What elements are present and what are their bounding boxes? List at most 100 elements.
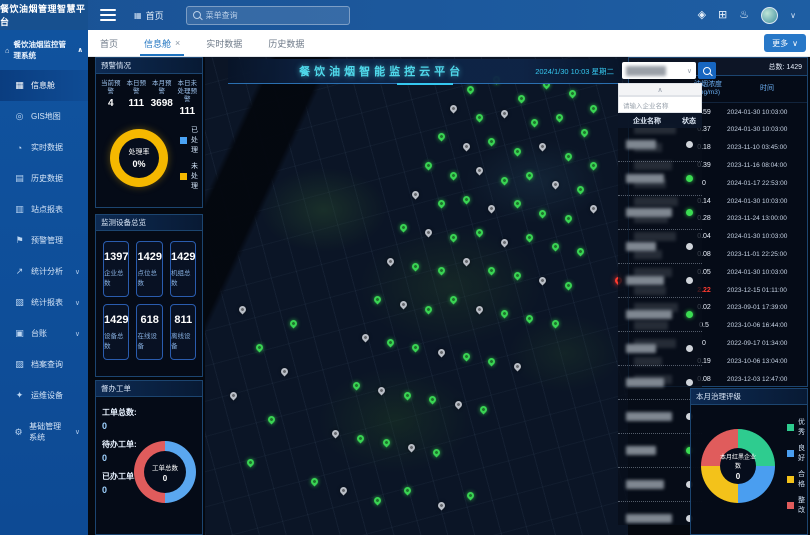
map-pin-online[interactable]: [373, 295, 383, 305]
map-pin-offline[interactable]: [487, 204, 497, 214]
map-pin-online[interactable]: [356, 433, 366, 443]
map-pin-online[interactable]: [550, 318, 560, 328]
map-pin-offline[interactable]: [280, 366, 290, 376]
map-pin-offline[interactable]: [330, 428, 340, 438]
map-pin-online[interactable]: [517, 94, 527, 104]
menu-search-input[interactable]: 菜单查询: [186, 6, 350, 25]
map-pin-online[interactable]: [449, 232, 459, 242]
map-pin-online[interactable]: [538, 209, 548, 219]
map-pin-offline[interactable]: [377, 385, 387, 395]
map-pin-offline[interactable]: [512, 361, 522, 371]
map-pin-offline[interactable]: [436, 500, 446, 510]
tab-realtime[interactable]: 实时数据: [206, 30, 242, 56]
map-pin-offline[interactable]: [474, 165, 484, 175]
gis-map-canvas[interactable]: [205, 57, 628, 535]
map-pin-offline[interactable]: [500, 108, 510, 118]
map-pin-online[interactable]: [576, 185, 586, 195]
map-pin-online[interactable]: [487, 137, 497, 147]
map-pin-offline[interactable]: [449, 103, 459, 113]
map-pin-online[interactable]: [466, 491, 476, 501]
map-pin-online[interactable]: [411, 261, 421, 271]
sidebar-item-ops-device[interactable]: ✦运维设备: [0, 380, 88, 411]
map-pin-online[interactable]: [580, 127, 590, 137]
company-list-row[interactable]: [618, 298, 702, 332]
map-pin-online[interactable]: [550, 242, 560, 252]
map-pin-online[interactable]: [449, 170, 459, 180]
map-pin-online[interactable]: [402, 486, 412, 496]
map-pin-offline[interactable]: [339, 486, 349, 496]
map-search-button[interactable]: [698, 62, 716, 79]
map-pin-online[interactable]: [512, 146, 522, 156]
company-list-row[interactable]: [618, 162, 702, 196]
map-pin-online[interactable]: [588, 103, 598, 113]
map-list-collapse-button[interactable]: ∧: [618, 83, 702, 96]
close-icon[interactable]: ×: [175, 38, 180, 48]
map-pin-online[interactable]: [424, 161, 434, 171]
map-pin-offline[interactable]: [229, 390, 239, 400]
map-pin-online[interactable]: [487, 357, 497, 367]
map-pin-offline[interactable]: [500, 237, 510, 247]
map-pin-online[interactable]: [555, 113, 565, 123]
map-pin-online[interactable]: [563, 151, 573, 161]
company-name-input[interactable]: 请输入企业名称: [618, 96, 702, 113]
avatar[interactable]: [761, 7, 778, 24]
map-pin-online[interactable]: [500, 309, 510, 319]
map-pin-online[interactable]: [432, 448, 442, 458]
map-pin-online[interactable]: [267, 414, 277, 424]
map-pin-online[interactable]: [352, 381, 362, 391]
chevron-down-icon[interactable]: ∨: [790, 11, 796, 20]
map-pin-online[interactable]: [288, 318, 298, 328]
map-pin-online[interactable]: [436, 266, 446, 276]
map-pin-offline[interactable]: [462, 256, 472, 266]
map-pin-online[interactable]: [411, 342, 421, 352]
map-pin-online[interactable]: [525, 232, 535, 242]
map-pin-offline[interactable]: [588, 204, 598, 214]
company-list-row[interactable]: [618, 264, 702, 298]
map-pin-offline[interactable]: [538, 142, 548, 152]
map-pin-online[interactable]: [398, 223, 408, 233]
sidebar-item-history-data[interactable]: ▤历史数据: [0, 163, 88, 194]
sidebar-item-gis-map[interactable]: ◎GIS地图: [0, 101, 88, 132]
header-home-chip[interactable]: ▦ 首页: [134, 9, 164, 22]
company-list-row[interactable]: [618, 332, 702, 366]
map-pin-online[interactable]: [529, 118, 539, 128]
sidebar-item-ledger[interactable]: ▣台账∨: [0, 318, 88, 349]
map-pin-offline[interactable]: [360, 333, 370, 343]
map-pin-online[interactable]: [381, 438, 391, 448]
map-pin-online[interactable]: [424, 304, 434, 314]
map-pin-offline[interactable]: [411, 189, 421, 199]
shield-icon[interactable]: ◈: [698, 10, 706, 21]
sidebar-item-stat-report[interactable]: ▧统计报表∨: [0, 287, 88, 318]
sidebar-item-base-manage[interactable]: ⚙基础管理系统∨: [0, 411, 88, 453]
map-pin-offline[interactable]: [424, 228, 434, 238]
map-pin-online[interactable]: [525, 314, 535, 324]
company-list-row[interactable]: [618, 196, 702, 230]
map-pin-online[interactable]: [512, 271, 522, 281]
map-pin-online[interactable]: [309, 476, 319, 486]
hamburger-menu-icon[interactable]: [100, 9, 116, 21]
map-pin-offline[interactable]: [538, 275, 548, 285]
map-pin-online[interactable]: [576, 247, 586, 257]
fullscreen-icon[interactable]: ⊞: [718, 10, 727, 21]
map-pin-online[interactable]: [525, 170, 535, 180]
map-pin-online[interactable]: [512, 199, 522, 209]
map-pin-online[interactable]: [246, 457, 256, 467]
map-pin-online[interactable]: [478, 404, 488, 414]
tab-info-cabin[interactable]: 信息舱×: [144, 30, 180, 56]
map-pin-online[interactable]: [385, 338, 395, 348]
map-pin-offline[interactable]: [436, 347, 446, 357]
map-pin-online[interactable]: [474, 228, 484, 238]
map-pin-offline[interactable]: [385, 256, 395, 266]
map-pin-offline[interactable]: [474, 304, 484, 314]
more-button[interactable]: 更多 ∨: [764, 34, 806, 52]
map-pin-online[interactable]: [373, 495, 383, 505]
sidebar-item-warning-manage[interactable]: ⚑预警管理: [0, 225, 88, 256]
sidebar-item-site-report[interactable]: ▥站点报表: [0, 194, 88, 225]
map-pin-online[interactable]: [449, 295, 459, 305]
tab-home[interactable]: 首页: [100, 30, 118, 56]
sidebar-group-header[interactable]: ⌂ 餐饮油烟监控管理系统 ∧: [0, 30, 88, 70]
company-list-row[interactable]: [618, 128, 702, 162]
map-company-select[interactable]: ∨: [622, 62, 696, 79]
map-pin-online[interactable]: [474, 113, 484, 123]
map-pin-offline[interactable]: [462, 142, 472, 152]
